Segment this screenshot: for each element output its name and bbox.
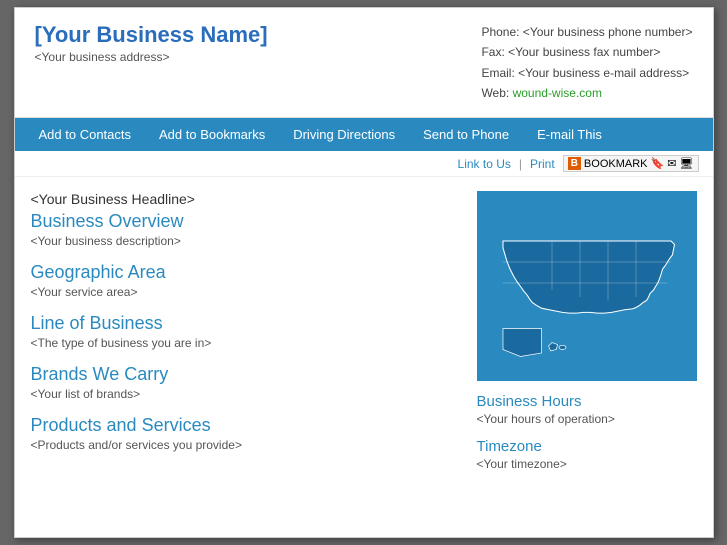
business-address: <Your business address> [35, 50, 268, 64]
section-title-geo: Geographic Area [31, 262, 461, 283]
section-desc-overview: <Your business description> [31, 234, 461, 248]
page-wrapper: [Your Business Name] <Your business addr… [14, 7, 714, 539]
section-title-products: Products and Services [31, 415, 461, 436]
link-to-us[interactable]: Link to Us [458, 157, 511, 171]
section-desc-products: <Products and/or services you provide> [31, 438, 461, 452]
utility-separator: | [519, 157, 522, 171]
section-title-lob: Line of Business [31, 313, 461, 334]
bookmark-label: BOOKMARK [584, 158, 648, 170]
header-left: [Your Business Name] <Your business addr… [35, 22, 268, 64]
bookmark-icon: B [568, 157, 581, 170]
section-desc-timezone: <Your timezone> [477, 457, 697, 471]
business-headline: <Your Business Headline> [31, 191, 461, 207]
section-title-overview: Business Overview [31, 211, 461, 232]
section-desc-hours: <Your hours of operation> [477, 412, 697, 426]
web-url[interactable]: wound-wise.com [513, 86, 602, 100]
bookmark-badge[interactable]: B BOOKMARK 🔖 ✉ 🖥 [563, 155, 699, 172]
section-desc-brands: <Your list of brands> [31, 387, 461, 401]
navbar: Add to Contacts Add to Bookmarks Driving… [15, 118, 713, 151]
section-title-brands: Brands We Carry [31, 364, 461, 385]
nav-add-contacts[interactable]: Add to Contacts [25, 118, 146, 151]
section-desc-lob: <The type of business you are in> [31, 336, 461, 350]
right-col: Business Hours <Your hours of operation>… [477, 191, 697, 523]
nav-driving-directions[interactable]: Driving Directions [279, 118, 409, 151]
fax-line: Fax: <Your business fax number> [481, 42, 692, 62]
web-label: Web: [481, 86, 509, 100]
business-name: [Your Business Name] [35, 22, 268, 48]
section-title-hours: Business Hours [477, 393, 697, 410]
header-right: Phone: <Your business phone number> Fax:… [481, 22, 692, 104]
email-line: Email: <Your business e-mail address> [481, 63, 692, 83]
print-link[interactable]: Print [530, 157, 555, 171]
section-title-timezone: Timezone [477, 438, 697, 455]
us-map-svg [482, 199, 692, 374]
web-line: Web: wound-wise.com [481, 83, 692, 103]
utility-bar: Link to Us | Print B BOOKMARK 🔖 ✉ 🖥 [15, 151, 713, 177]
bookmark-icons: 🔖 ✉ 🖥 [651, 157, 694, 170]
section-desc-geo: <Your service area> [31, 285, 461, 299]
nav-send-to-phone[interactable]: Send to Phone [409, 118, 523, 151]
header: [Your Business Name] <Your business addr… [15, 8, 713, 119]
phone-line: Phone: <Your business phone number> [481, 22, 692, 42]
nav-add-bookmarks[interactable]: Add to Bookmarks [145, 118, 279, 151]
map-container [477, 191, 697, 381]
nav-email-this[interactable]: E-mail This [523, 118, 616, 151]
main-content: <Your Business Headline> Business Overvi… [15, 177, 713, 537]
left-col: <Your Business Headline> Business Overvi… [31, 191, 461, 523]
